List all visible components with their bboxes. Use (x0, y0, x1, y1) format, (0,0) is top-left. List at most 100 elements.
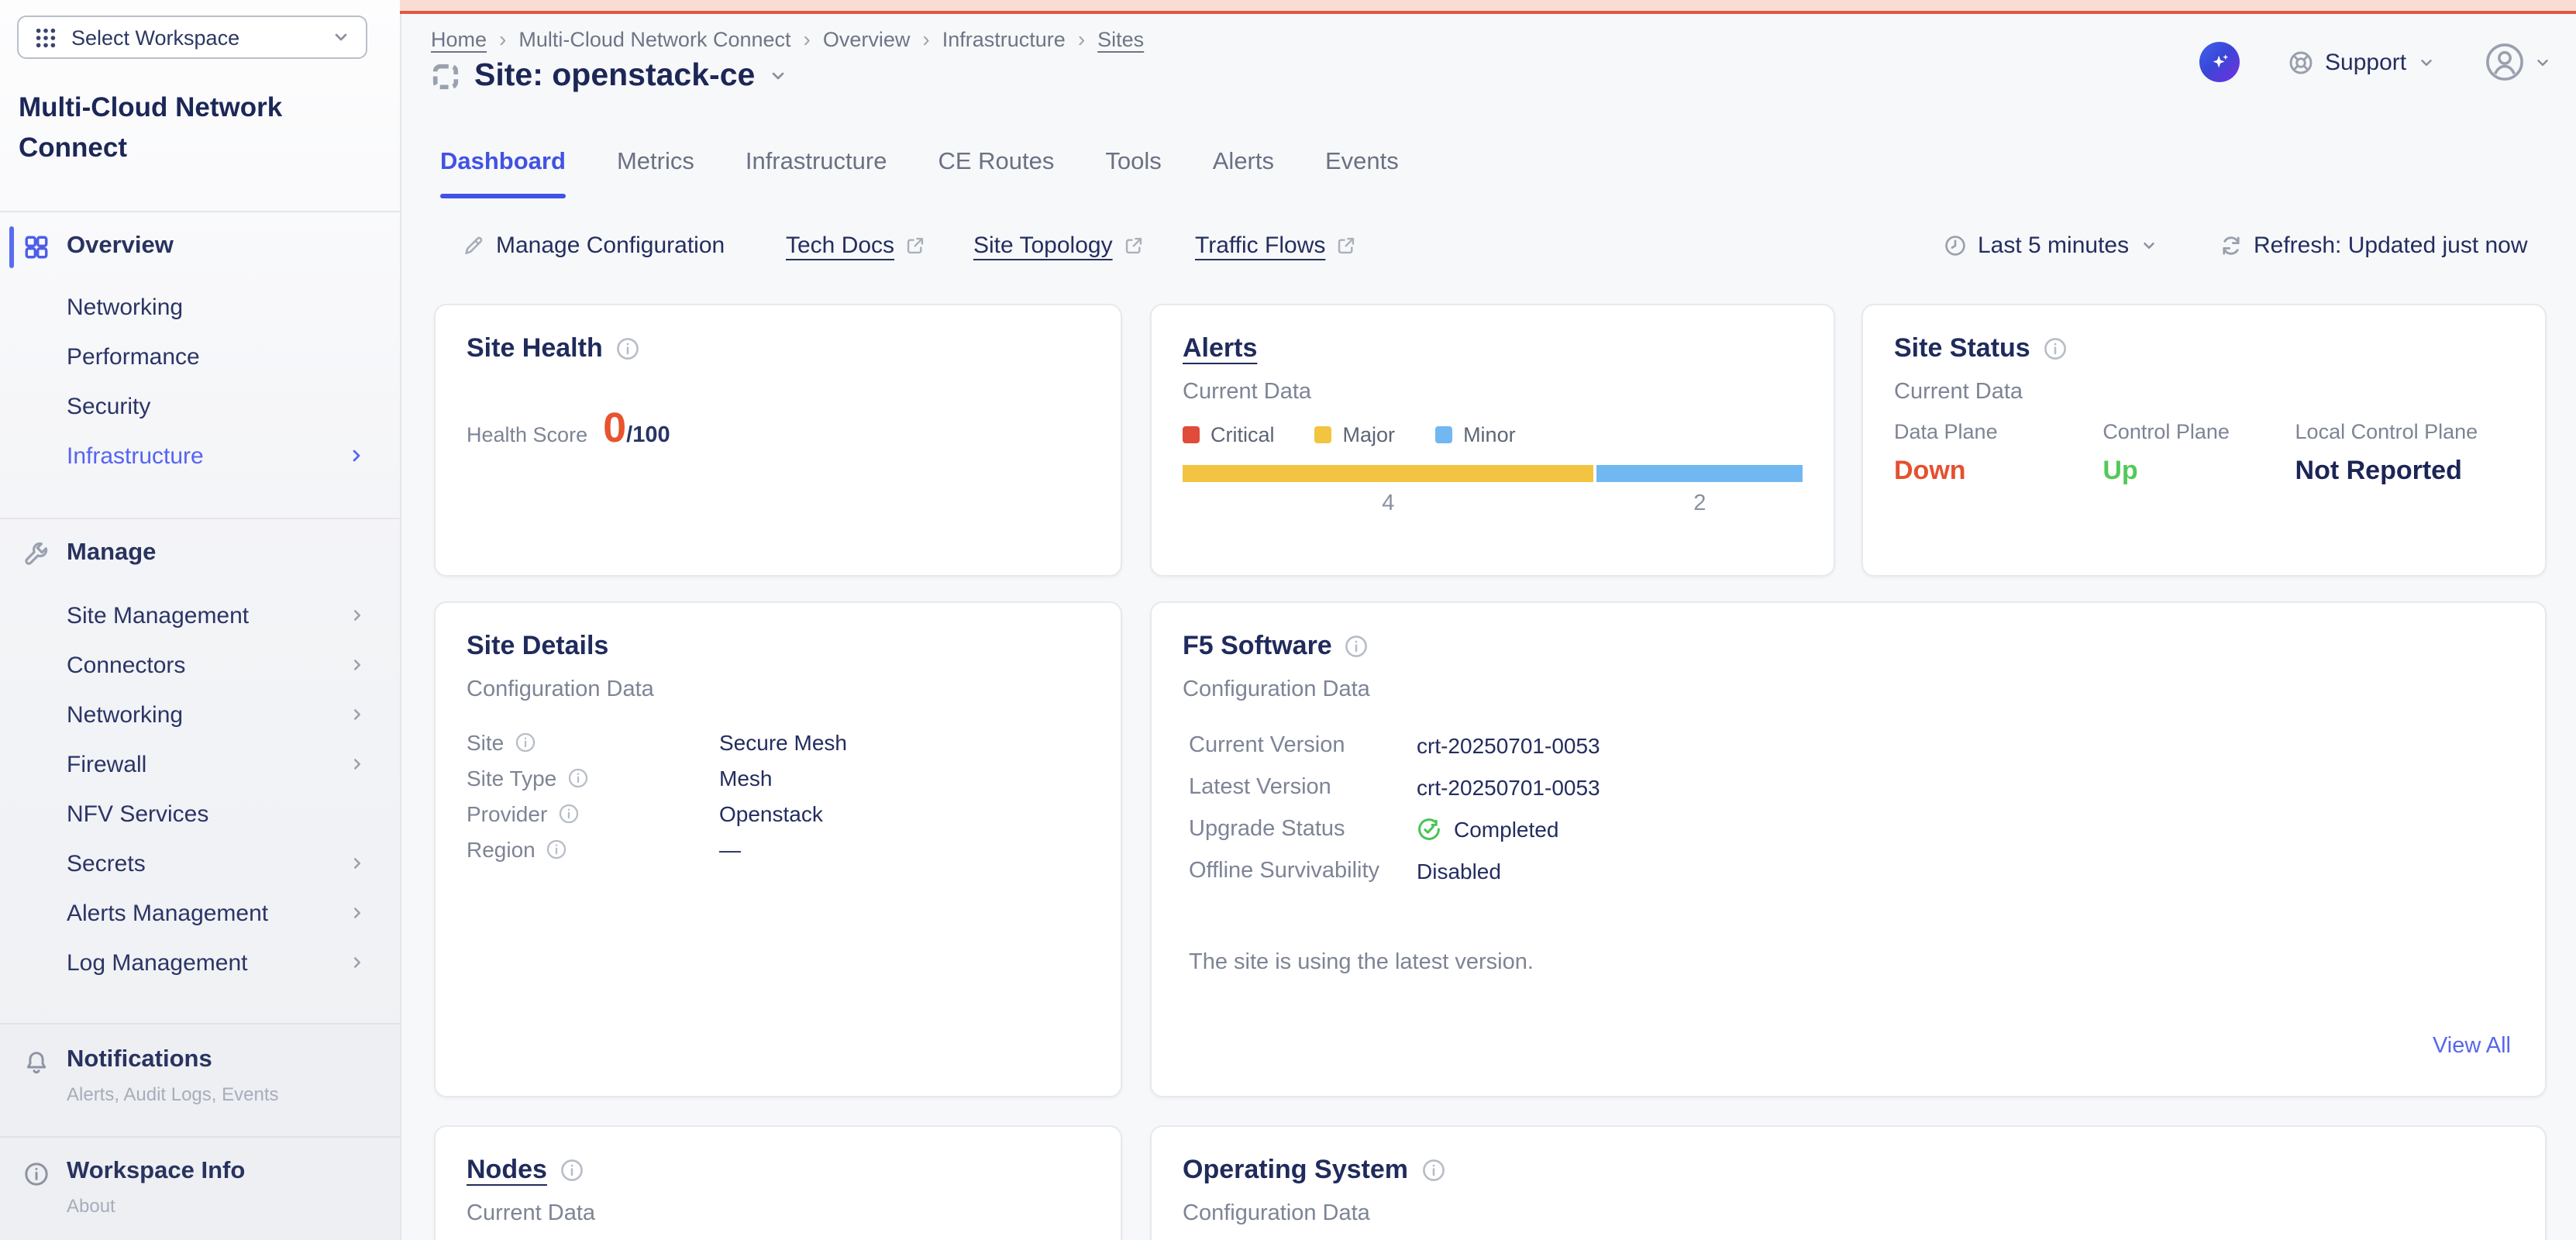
bar-segment-minor[interactable] (1597, 465, 1803, 482)
sidebar-section-notifications[interactable]: Notifications Alerts, Audit Logs, Events (0, 1023, 400, 1138)
site-topology-label: Site Topology (973, 232, 1113, 259)
bar-value-major: 4 (1183, 491, 1594, 516)
time-range-selector[interactable]: Last 5 minutes (1944, 232, 2157, 259)
site-topology-link[interactable]: Site Topology (973, 232, 1144, 259)
time-range-label: Last 5 minutes (1978, 232, 2129, 259)
plane-value: Up (2102, 456, 2295, 487)
sidebar-item-sublabel: Alerts, Audit Logs, Events (67, 1083, 279, 1105)
alerts-card-title-link[interactable]: Alerts (1183, 333, 1257, 364)
sidebar-item-firewall[interactable]: Firewall (0, 739, 400, 789)
f5-latest-version-message: The site is using the latest version. (1189, 950, 1534, 975)
info-icon[interactable] (1421, 1158, 1445, 1183)
local-control-plane-status: Local Control Plane Not Reported (2295, 420, 2520, 487)
sidebar-item-nfv-services[interactable]: NFV Services (0, 789, 400, 839)
site-details-card: Site Details Configuration Data Site Sec… (434, 601, 1122, 1097)
legend-item-major[interactable]: Major (1315, 423, 1396, 446)
legend-item-minor[interactable]: Minor (1435, 423, 1516, 446)
info-icon[interactable] (2043, 336, 2068, 361)
sidebar-item-label: Networking (67, 294, 183, 320)
sidebar-item-networking-manage[interactable]: Networking (0, 690, 400, 739)
view-all-link[interactable]: View All (2433, 1034, 2511, 1059)
info-icon[interactable] (546, 839, 568, 860)
sidebar-item-connectors[interactable]: Connectors (0, 640, 400, 690)
tab-alerts[interactable]: Alerts (1213, 149, 1274, 198)
tab-metrics[interactable]: Metrics (617, 149, 694, 198)
tab-bar: Dashboard Metrics Infrastructure CE Rout… (440, 149, 1399, 198)
site-icon (431, 61, 460, 91)
detail-value: Secure Mesh (719, 730, 847, 755)
detail-value: Mesh (719, 766, 772, 790)
support-menu[interactable]: Support (2288, 49, 2434, 75)
breadcrumb-separator: › (922, 26, 929, 51)
breadcrumb: Home› Multi-Cloud Network Connect› Overv… (431, 26, 1144, 51)
alerts-stacked-bar (1183, 465, 1803, 482)
manage-configuration-button[interactable]: Manage Configuration (462, 232, 725, 259)
sidebar-item-performance[interactable]: Performance (0, 332, 400, 381)
sidebar-item-alerts-management[interactable]: Alerts Management (0, 888, 400, 938)
breadcrumb-sites[interactable]: Sites (1097, 27, 1144, 50)
tab-tools[interactable]: Tools (1105, 149, 1161, 198)
chevron-down-icon (2417, 53, 2434, 71)
info-icon[interactable] (615, 336, 640, 361)
console-root: Select Workspace Multi-Cloud Network Con… (0, 0, 2576, 1240)
manage-configuration-label: Manage Configuration (496, 232, 725, 259)
workspace-selector[interactable]: Select Workspace (17, 16, 367, 59)
breadcrumb-mcn[interactable]: Multi-Cloud Network Connect (518, 27, 790, 50)
chevron-right-icon (349, 904, 366, 921)
refresh-label: Refresh: Updated just now (2254, 232, 2528, 259)
chevron-down-icon (2533, 53, 2550, 71)
sidebar-section-manage[interactable]: Manage (0, 529, 400, 578)
tab-infrastructure[interactable]: Infrastructure (746, 149, 887, 198)
info-icon[interactable] (567, 767, 589, 789)
workspace-selector-label: Select Workspace (71, 26, 318, 49)
plane-label: Control Plane (2102, 420, 2295, 443)
info-circle-icon (23, 1161, 50, 1187)
sidebar-item-sublabel: About (67, 1195, 115, 1217)
sidebar-item-site-management[interactable]: Site Management (0, 591, 400, 640)
dashboard-toolbar: Manage Configuration Tech Docs Site Topo… (462, 232, 2523, 264)
alerts-card: Alerts Current Data CriticalMajorMinor 4… (1150, 304, 1835, 577)
breadcrumb-infrastructure[interactable]: Infrastructure (942, 27, 1066, 50)
chevron-right-icon (349, 855, 366, 872)
detail-label: Current Version (1189, 733, 1345, 758)
f5-row-latest-version: Latest Version crt-20250701-0053 (1189, 775, 1331, 800)
breadcrumb-overview[interactable]: Overview (823, 27, 911, 50)
legend-item-critical[interactable]: Critical (1183, 423, 1275, 446)
tab-events[interactable]: Events (1325, 149, 1399, 198)
card-subtitle: Current Data (467, 1201, 595, 1226)
sidebar-item-infrastructure[interactable]: Infrastructure (0, 431, 400, 480)
detail-value: crt-20250701-0053 (1417, 733, 1600, 758)
tech-docs-link[interactable]: Tech Docs (786, 232, 925, 259)
traffic-flows-link[interactable]: Traffic Flows (1195, 232, 1356, 259)
alarm-banner-strip (400, 0, 2576, 14)
account-menu[interactable] (2484, 42, 2550, 82)
legend-swatch (1315, 426, 1332, 443)
overview-grid-icon (23, 233, 50, 260)
breadcrumb-home[interactable]: Home (431, 27, 487, 50)
nodes-card-title-link[interactable]: Nodes (467, 1155, 547, 1186)
sidebar-item-networking[interactable]: Networking (0, 282, 400, 332)
refresh-button[interactable]: Refresh: Updated just now (2220, 232, 2528, 259)
tab-dashboard[interactable]: Dashboard (440, 149, 566, 198)
operating-system-card: Operating System Configuration Data (1150, 1125, 2547, 1240)
ai-assistant-button[interactable] (2199, 42, 2240, 82)
detail-label: Provider (467, 801, 547, 826)
sidebar-item-security[interactable]: Security (0, 381, 400, 431)
info-icon[interactable] (558, 803, 580, 825)
sidebar-item-secrets[interactable]: Secrets (0, 839, 400, 888)
divider (0, 518, 400, 519)
sidebar-item-overview[interactable]: Overview (0, 222, 400, 271)
sidebar-item-log-management[interactable]: Log Management (0, 938, 400, 987)
chevron-down-icon[interactable] (769, 67, 787, 85)
bar-segment-major[interactable] (1183, 465, 1594, 482)
info-icon[interactable] (560, 1158, 584, 1183)
sidebar-item-label: Overview (67, 232, 174, 260)
tab-ce-routes[interactable]: CE Routes (938, 149, 1054, 198)
plane-value: Not Reported (2295, 456, 2520, 487)
info-icon[interactable] (515, 732, 536, 753)
card-subtitle: Current Data (1894, 380, 2023, 405)
info-icon[interactable] (1345, 634, 1369, 659)
sidebar-section-workspace-info[interactable]: Workspace Info About (0, 1136, 400, 1240)
health-score-value: 0 (603, 408, 626, 450)
card-subtitle: Configuration Data (1183, 1201, 1370, 1226)
